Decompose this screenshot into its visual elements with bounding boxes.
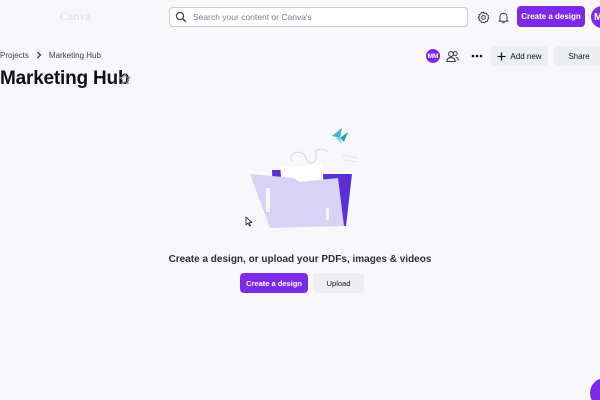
- page-title: Marketing Hub: [0, 68, 130, 89]
- folder-front: [250, 174, 344, 228]
- account-avatar[interactable]: M: [591, 6, 600, 28]
- notifications-button[interactable]: [494, 8, 512, 26]
- search-bar[interactable]: [169, 7, 468, 27]
- folder-stripe-small: [326, 208, 329, 220]
- more-horizontal-icon[interactable]: [470, 50, 484, 62]
- folder-stripe: [266, 188, 270, 212]
- breadcrumb-projects[interactable]: Projects: [0, 51, 29, 60]
- empty-state-message: Create a design, or upload your PDFs, im…: [168, 254, 432, 265]
- gear-icon: [477, 11, 489, 23]
- top-bar: Canva Create a design M: [0, 0, 600, 34]
- svg-text:Canva: Canva: [60, 9, 91, 23]
- search-icon: [175, 11, 187, 23]
- upload-button[interactable]: Upload: [313, 273, 364, 293]
- plus-icon: [497, 52, 506, 60]
- help-button[interactable]: [590, 378, 600, 400]
- chevron-right-icon: [36, 51, 42, 59]
- paper-crane-icon: [332, 128, 348, 144]
- empty-create-design-button[interactable]: Create a design: [240, 273, 308, 293]
- bell-icon: [498, 12, 508, 23]
- share-button[interactable]: Share: [554, 46, 600, 66]
- add-new-label: Add new: [510, 51, 542, 61]
- add-new-button[interactable]: Add new: [491, 46, 548, 66]
- star-outline-icon[interactable]: [119, 73, 131, 85]
- logo-icon: Canva: [60, 9, 91, 23]
- collaborator-avatar[interactable]: MM: [425, 48, 441, 64]
- breadcrumb-current[interactable]: Marketing Hub: [49, 51, 101, 60]
- mouse-cursor-icon: [245, 216, 253, 227]
- swirl-line: [290, 148, 329, 164]
- search-input[interactable]: [193, 12, 453, 22]
- people-icon[interactable]: [445, 49, 460, 64]
- create-design-button[interactable]: Create a design: [517, 6, 585, 27]
- sparkle-lines: [341, 154, 359, 163]
- settings-button[interactable]: [474, 8, 492, 26]
- breadcrumb: Projects Marketing Hub: [0, 49, 101, 61]
